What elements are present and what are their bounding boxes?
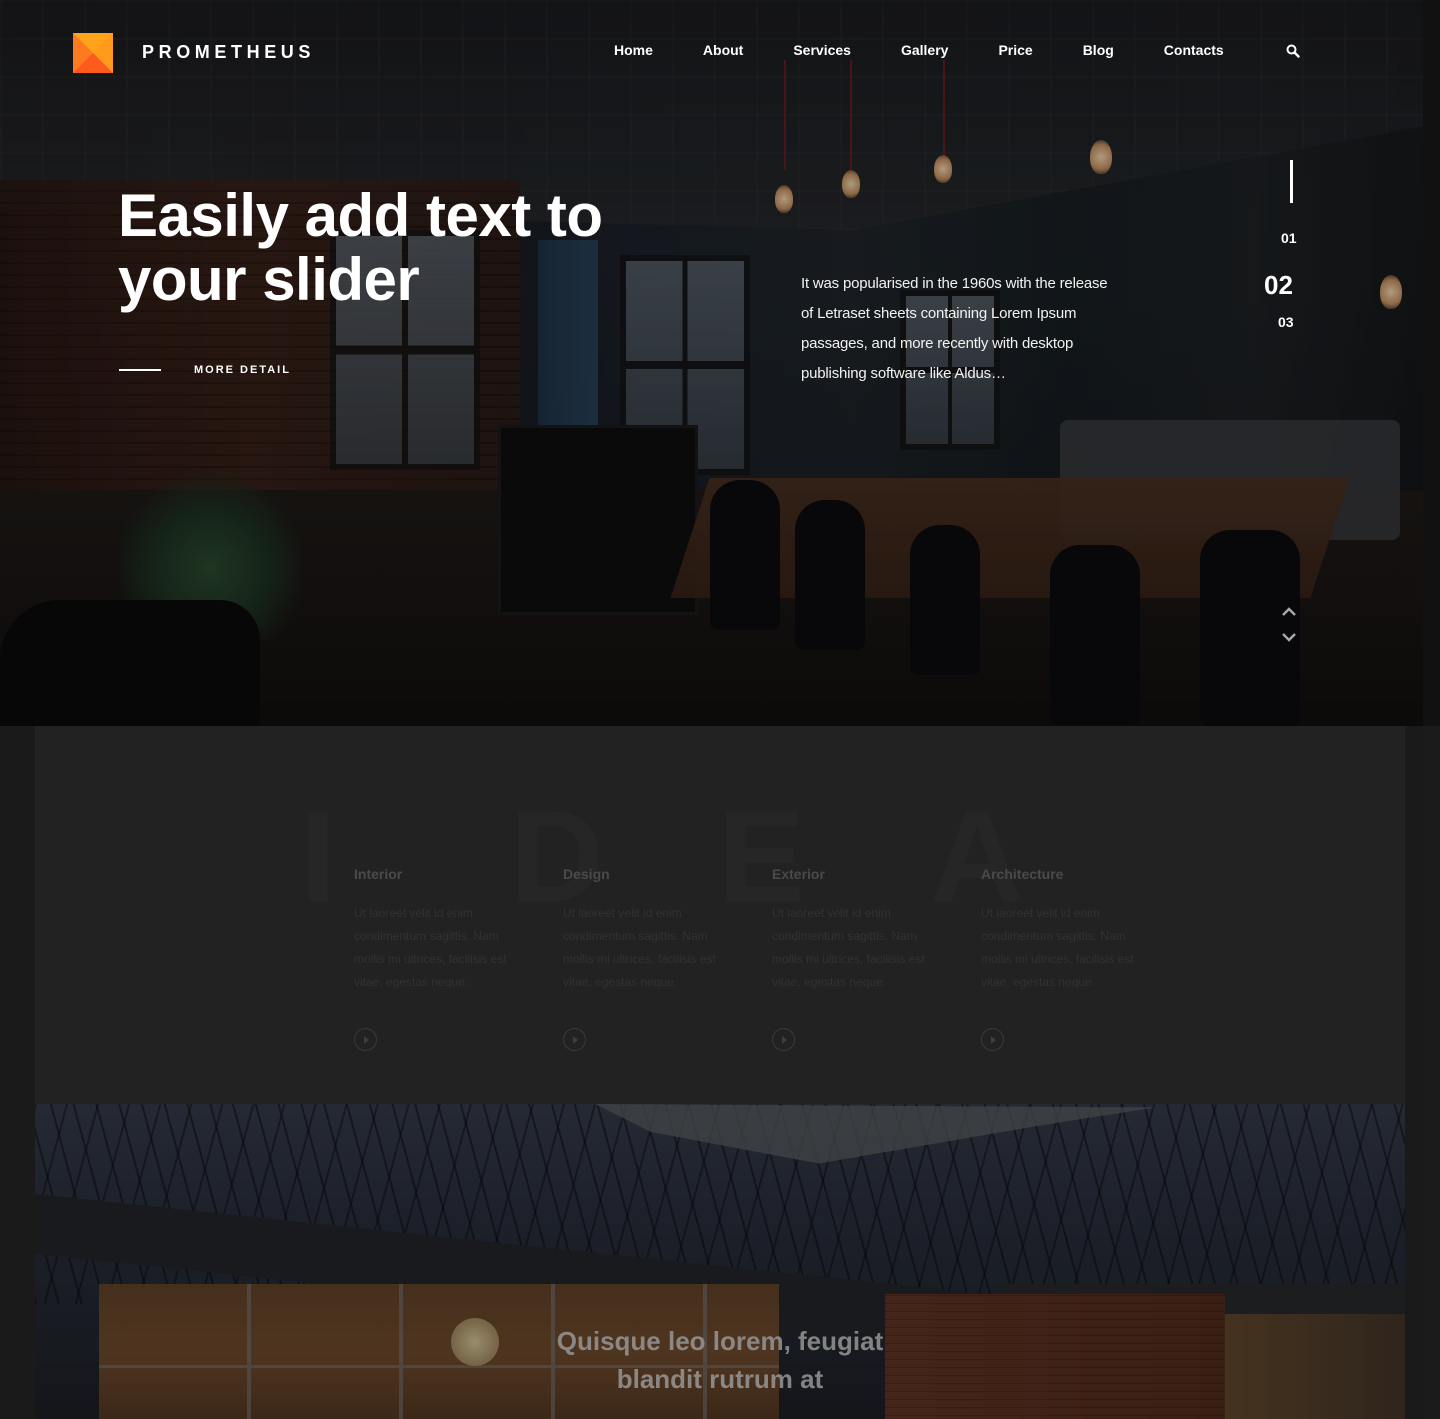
play-icon[interactable] [981,1028,1004,1051]
play-icon[interactable] [772,1028,795,1051]
nav-about[interactable]: About [703,42,743,58]
page-scrollbar[interactable] [1423,0,1440,1419]
hero-title-line1: Easily add text to [118,182,603,249]
play-icon[interactable] [563,1028,586,1051]
more-detail-label: MORE DETAIL [194,364,291,376]
slide-number-03[interactable]: 03 [1278,314,1294,330]
more-detail-line [119,369,161,371]
hero-overlay [0,0,1423,726]
more-detail-link[interactable]: MORE DETAIL [119,364,291,376]
feature-card-design: Design Ut laoreet velit id enim condimen… [563,866,733,1051]
logo-icon[interactable] [73,33,113,73]
hero-title: Easily add text to your slider [118,184,718,312]
slide-progress-line [1290,160,1293,203]
hero-title-line2: your slider [118,246,420,313]
house-quote: Quisque leo lorem, feugiat blandit rutru… [0,1322,1440,1398]
hero-description: It was popularised in the 1960s with the… [801,275,1108,382]
feature-card-interior: Interior Ut laoreet velit id enim condim… [354,866,524,1051]
house-quote-line2: blandit rutrum at [616,1364,824,1394]
feature-text: Ut laoreet velit id enim condimentum sag… [981,906,1134,989]
main-nav: Home About Services Gallery Price Blog C… [614,42,1224,58]
brand-name[interactable]: PROMETHEUS [142,42,315,63]
feature-card-exterior: Exterior Ut laoreet velit id enim condim… [772,866,942,1051]
feature-title: Interior [354,866,403,882]
nav-services[interactable]: Services [793,42,851,58]
chevron-down-icon[interactable] [1281,630,1297,642]
nav-home[interactable]: Home [614,42,653,58]
slide-number-01[interactable]: 01 [1281,230,1297,246]
nav-gallery[interactable]: Gallery [901,42,948,58]
slide-number-02-active[interactable]: 02 [1264,270,1293,301]
feature-text: Ut laoreet velit id enim condimentum sag… [354,906,507,989]
nav-blog[interactable]: Blog [1083,42,1114,58]
hero-slider [0,0,1423,726]
house-quote-line1: Quisque leo lorem, feugiat [556,1326,884,1356]
scrollbar-thumb[interactable] [1423,0,1440,726]
feature-text: Ut laoreet velit id enim condimentum sag… [563,906,716,989]
feature-card-architecture: Architecture Ut laoreet velit id enim co… [981,866,1151,1051]
feature-title: Design [563,866,610,882]
play-icon[interactable] [354,1028,377,1051]
chevron-up-icon[interactable] [1281,605,1297,617]
site-header: PROMETHEUS Home About Services Gallery P… [0,0,1423,100]
nav-contacts[interactable]: Contacts [1164,42,1224,58]
nav-price[interactable]: Price [998,42,1032,58]
search-icon[interactable] [1286,44,1302,60]
feature-title: Exterior [772,866,825,882]
feature-title: Architecture [981,866,1064,882]
feature-text: Ut laoreet velit id enim condimentum sag… [772,906,925,989]
bg-letter-i: I [300,783,337,929]
